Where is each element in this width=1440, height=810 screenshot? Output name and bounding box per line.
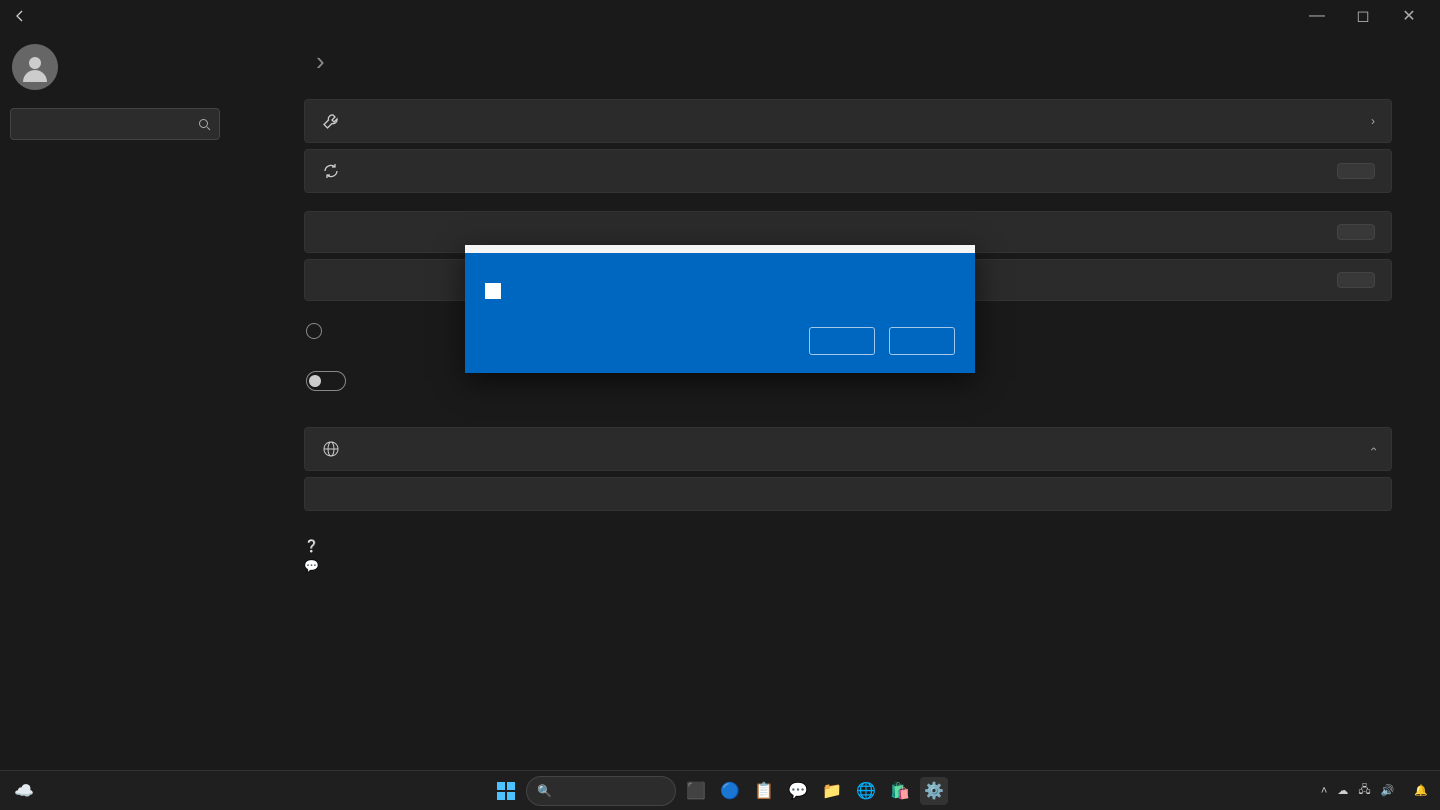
avatar <box>12 44 58 90</box>
chevron-right-icon: › <box>316 46 325 76</box>
explorer-icon[interactable]: 📁 <box>818 777 846 805</box>
auto-restart-checkbox-row[interactable] <box>485 283 955 299</box>
restart-now-button[interactable] <box>1337 272 1375 288</box>
notifications-icon[interactable]: 🔔 <box>1414 784 1428 797</box>
teams-icon[interactable]: 💬 <box>784 777 812 805</box>
sidebar <box>0 32 300 770</box>
search-input[interactable] <box>19 117 198 131</box>
wrench-icon <box>321 112 341 130</box>
chevron-up-icon: › <box>1366 447 1380 451</box>
search-input-wrap[interactable] <box>10 108 220 140</box>
profile-block[interactable] <box>12 44 290 90</box>
reset-pc-button[interactable] <box>1337 224 1375 240</box>
widgets-icon[interactable]: 📋 <box>750 777 778 805</box>
radio-icon[interactable] <box>306 323 322 339</box>
chevron-right-icon: › <box>1371 114 1375 128</box>
reinstall-now-button[interactable] <box>1337 163 1375 179</box>
card-windows-update-fix <box>304 149 1392 193</box>
maximize-button[interactable]: ◻ <box>1340 0 1386 32</box>
feedback-icon: 💬 <box>304 559 324 573</box>
close-button[interactable]: ✕ <box>1386 0 1432 32</box>
get-help-row[interactable]: ❔ <box>304 539 1392 553</box>
network-icon[interactable]: 🖧 <box>1358 781 1370 800</box>
repair-dialog <box>465 245 975 373</box>
weather-icon[interactable]: ☁️ <box>10 777 38 805</box>
minimize-button[interactable]: ― <box>1294 0 1340 32</box>
back-button[interactable] <box>8 4 32 28</box>
give-feedback-row[interactable]: 💬 <box>304 559 1392 573</box>
globe-icon <box>321 440 341 458</box>
toggle-switch[interactable] <box>306 371 346 391</box>
taskbar-search[interactable]: 🔍 <box>526 776 676 806</box>
ok-button[interactable] <box>809 327 875 355</box>
card-help-recovery[interactable]: › <box>304 427 1392 471</box>
checkbox-icon[interactable] <box>485 283 501 299</box>
store-icon[interactable]: 🛍️ <box>886 777 914 805</box>
window-controls: ― ◻ ✕ <box>1294 0 1432 32</box>
main-content: › › <box>300 32 1440 770</box>
dialog-titlebar <box>465 245 975 253</box>
task-view-icon[interactable]: ⬛ <box>682 777 710 805</box>
edge-icon[interactable]: 🌐 <box>852 777 880 805</box>
recovery-drive-link[interactable] <box>305 478 385 510</box>
search-icon <box>198 118 211 131</box>
titlebar: ― ◻ ✕ <box>0 0 1440 32</box>
taskbar: ☁️ 🔍 ⬛ 🔵 📋 💬 📁 🌐 🛍️ ⚙️ ˄ ☁ 🖧 🔊 🔔 <box>0 770 1440 810</box>
cancel-button[interactable] <box>889 327 955 355</box>
sync-icon <box>321 162 341 180</box>
volume-icon[interactable]: 🔊 <box>1381 784 1395 797</box>
card-troubleshoot[interactable]: › <box>304 99 1392 143</box>
settings-icon[interactable]: ⚙️ <box>920 777 948 805</box>
system-tray[interactable]: ˄ ☁ 🖧 🔊 🔔 <box>1321 781 1440 800</box>
card-recovery-link <box>304 477 1392 511</box>
help-icon: ❔ <box>304 539 324 553</box>
breadcrumb: › <box>304 46 1392 77</box>
copilot-icon[interactable]: 🔵 <box>716 777 744 805</box>
onedrive-icon[interactable]: ☁ <box>1337 784 1348 797</box>
search-icon: 🔍 <box>537 784 552 798</box>
start-button[interactable] <box>492 777 520 805</box>
tray-chevron-icon[interactable]: ˄ <box>1321 785 1327 797</box>
